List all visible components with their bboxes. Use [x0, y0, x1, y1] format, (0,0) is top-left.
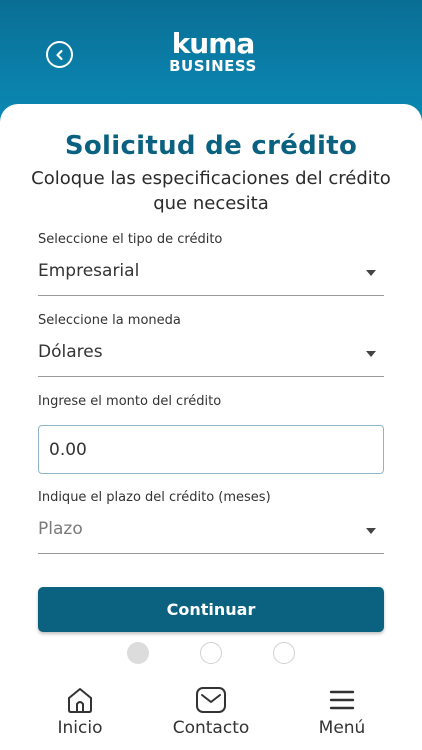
term-placeholder: Plazo	[38, 519, 83, 539]
credit-type-label: Seleccione el tipo de crédito	[38, 232, 223, 247]
term-select[interactable]: Plazo	[38, 510, 384, 554]
page-subtitle: Coloque las especificaciones del crédito…	[31, 168, 391, 214]
envelope-icon	[196, 687, 226, 713]
nav-home[interactable]: Inicio	[30, 684, 130, 738]
logo-word: kuma	[171, 27, 256, 60]
amount-label: Ingrese el monto del crédito	[38, 394, 222, 409]
home-icon	[68, 688, 92, 713]
currency-select[interactable]: Dólares	[38, 333, 384, 377]
nav-contact[interactable]: Contacto	[161, 684, 261, 738]
bottom-navigation: Inicio Contacto Menú	[0, 684, 422, 750]
logo-sub: BUSINESS	[169, 57, 257, 75]
nav-menu[interactable]: Menú	[292, 684, 392, 738]
credit-type-value: Empresarial	[38, 261, 140, 281]
step-indicator-2	[200, 642, 222, 664]
amount-input[interactable]	[38, 425, 384, 474]
term-label: Indique el plazo del crédito (meses)	[38, 490, 271, 505]
nav-contact-label: Contacto	[172, 718, 250, 738]
menu-icon	[329, 690, 355, 710]
continue-button[interactable]: Continuar	[38, 587, 384, 632]
step-indicator-3	[273, 642, 295, 664]
chevron-left-icon	[55, 49, 63, 60]
currency-label: Seleccione la moneda	[38, 313, 181, 328]
step-indicator-1	[127, 642, 149, 664]
credit-type-select[interactable]: Empresarial	[38, 252, 384, 296]
page-title: Solicitud de crédito	[64, 131, 358, 161]
nav-home-label: Inicio	[57, 718, 103, 738]
kuma-business-logo: kuma BUSINESS	[166, 27, 260, 75]
nav-menu-label: Menú	[318, 718, 366, 738]
back-button[interactable]	[46, 41, 73, 68]
currency-value: Dólares	[38, 342, 103, 362]
caret-down-icon	[366, 528, 376, 534]
caret-down-icon	[366, 270, 376, 276]
caret-down-icon	[366, 351, 376, 357]
